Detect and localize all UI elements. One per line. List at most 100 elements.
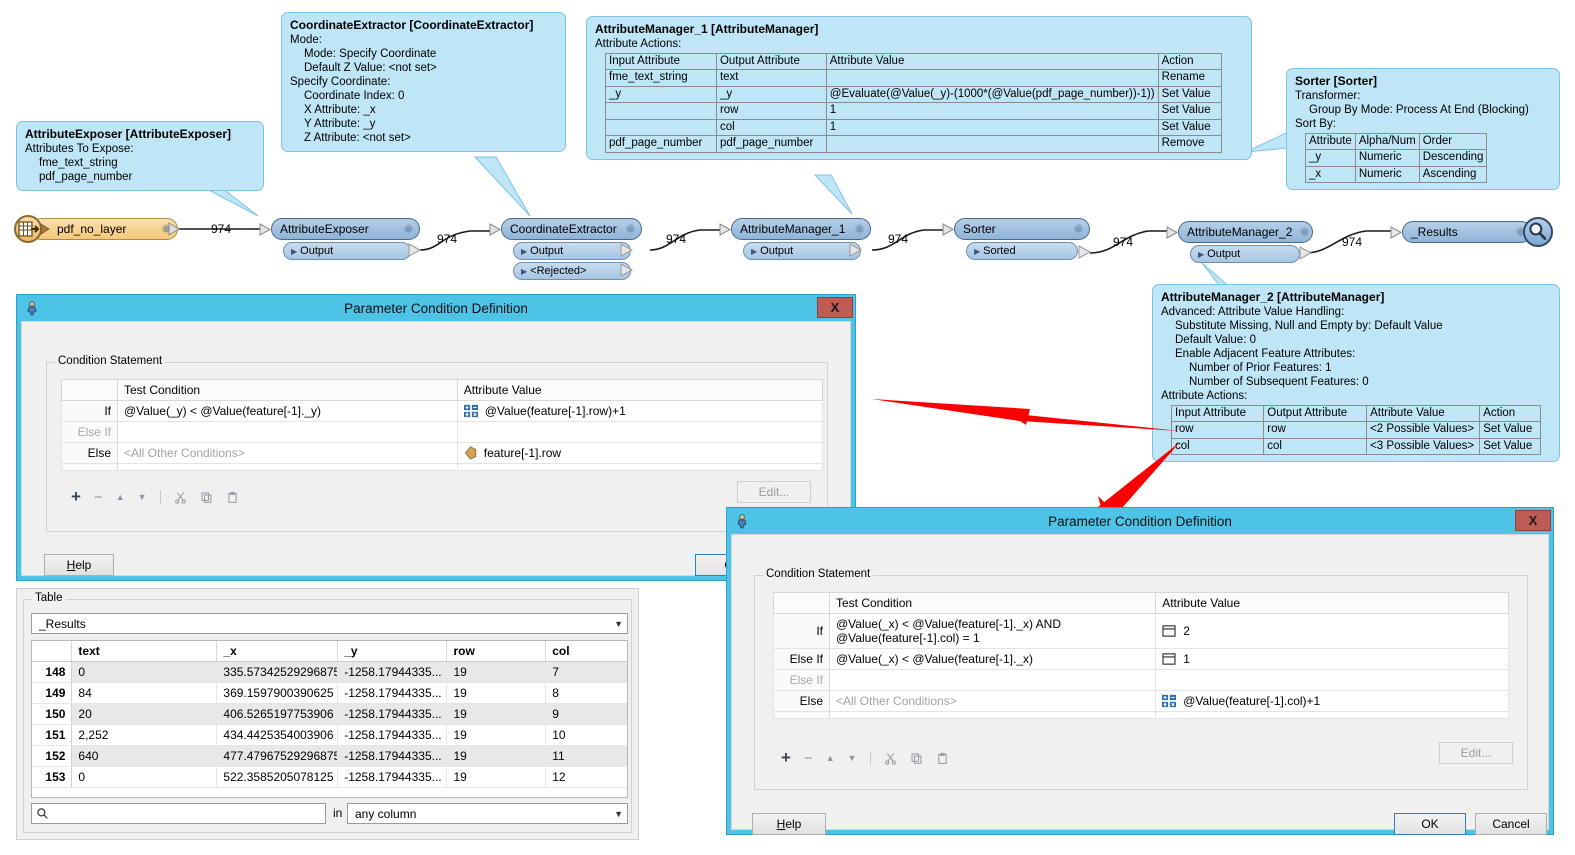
copy-icon[interactable] (910, 752, 923, 765)
node-results[interactable]: _Results (1402, 221, 1532, 243)
node-pdf-no-layer[interactable]: pdf_no_layer (30, 218, 178, 240)
remove-condition-button[interactable]: − (804, 750, 813, 767)
results-col-header[interactable]: _x (216, 641, 339, 662)
copy-icon[interactable] (200, 491, 213, 504)
condition-toolbar[interactable]: + − ▲ ▼ (781, 748, 949, 768)
move-down-button[interactable]: ▼ (848, 753, 857, 763)
search-input[interactable] (53, 805, 321, 822)
help-button[interactable]: Help (752, 813, 826, 835)
search-bar[interactable] (31, 803, 326, 824)
condition-value-cell[interactable] (1155, 711, 1509, 719)
move-down-button[interactable]: ▼ (138, 492, 147, 502)
node-port-rejected[interactable]: ▶ <Rejected> (513, 262, 631, 280)
node-port-sorted[interactable]: ▶ Sorted (966, 242, 1078, 260)
edit-button[interactable]: Edit... (737, 481, 811, 503)
close-icon[interactable]: X (1515, 510, 1551, 531)
ok-button[interactable]: OK (1394, 813, 1466, 835)
condition-row[interactable]: If @Value(_y) < @Value(feature[-1]._y) @Va… (61, 400, 824, 422)
condition-row[interactable]: Else <All Other Conditions> feature[-1].ro… (61, 442, 824, 464)
condition-value-cell[interactable]: @Value(feature[-1].row)+1 (456, 400, 824, 422)
node-attributeexposer[interactable]: AttributeExposer ▶ Output (271, 218, 420, 260)
node-port-output[interactable]: ▶ Output (513, 242, 631, 260)
node-sorter[interactable]: Sorter ▶ Sorted (954, 218, 1090, 260)
node-header[interactable]: Sorter (954, 218, 1090, 240)
help-button[interactable]: Help (44, 554, 114, 576)
dialog-title-bar[interactable]: Parameter Condition Definition X (727, 508, 1553, 534)
node-port-output[interactable]: ▶ Output (283, 242, 411, 260)
condition-row[interactable]: If @Value(_x) < @Value(feature[-1]._x) AN… (773, 613, 1509, 649)
dialog-title-bar[interactable]: Parameter Condition Definition X (17, 295, 855, 321)
inspector-magnifier-icon[interactable] (1523, 217, 1553, 247)
gear-icon[interactable] (624, 223, 637, 236)
condition-row[interactable] (61, 463, 824, 471)
node-header[interactable]: pdf_no_layer (30, 218, 178, 240)
condition-row[interactable]: Else If @Value(_x) < @Value(feature[-1]._… (773, 648, 1509, 670)
node-header[interactable]: CoordinateExtractor (501, 218, 642, 240)
add-condition-button[interactable]: + (71, 487, 81, 507)
condition-row[interactable] (773, 711, 1509, 719)
condition-row[interactable]: Else If (773, 669, 1509, 691)
results-col-header[interactable]: text (71, 641, 218, 662)
node-header[interactable]: AttributeManager_2 (1178, 221, 1313, 243)
table-row[interactable]: 152 640 477.47967529296875 -1258.17944335..… (32, 745, 627, 767)
node-attributemanager-2[interactable]: AttributeManager_2 ▶ Output (1178, 221, 1313, 263)
move-up-button[interactable]: ▲ (116, 492, 125, 502)
results-col-header[interactable]: _y (337, 641, 448, 662)
condition-value-cell[interactable] (456, 463, 824, 471)
node-header[interactable]: _Results (1402, 221, 1532, 243)
cut-icon[interactable] (884, 752, 897, 765)
condition-toolbar[interactable]: + − ▲ ▼ (71, 487, 239, 507)
gear-icon[interactable] (1072, 223, 1085, 236)
condition-test-cell[interactable]: <All Other Conditions> (828, 690, 1157, 712)
node-header[interactable]: AttributeExposer (271, 218, 420, 240)
node-header[interactable]: AttributeManager_1 (731, 218, 871, 240)
condition-table[interactable]: Test Condition Attribute Value If @Value(_y… (61, 379, 824, 471)
table-row[interactable]: 153 0 522.3585205078125 -1258.17944335... 19… (32, 766, 627, 788)
condition-value-cell[interactable]: 2 (1155, 613, 1509, 649)
condition-value-cell[interactable]: feature[-1].row (456, 442, 824, 464)
gear-icon[interactable] (402, 223, 415, 236)
condition-test-cell[interactable]: @Value(_y) < @Value(feature[-1]._y) (117, 400, 458, 422)
paste-icon[interactable] (226, 491, 239, 504)
cancel-button[interactable]: Cancel (1475, 813, 1547, 835)
data-grid[interactable]: text _x _y row col 148 0 335.57342529296875 -125… (31, 640, 628, 798)
condition-row[interactable]: Else <All Other Conditions> @Value(feature… (773, 690, 1509, 712)
search-scope-select[interactable]: any column ▼ (347, 803, 628, 824)
condition-test-cell[interactable] (828, 669, 1157, 691)
condition-value-cell[interactable] (1155, 669, 1509, 691)
table-select[interactable]: _Results ▼ (31, 613, 628, 634)
results-col-header[interactable]: row (446, 641, 547, 662)
close-icon[interactable]: X (817, 297, 853, 318)
add-condition-button[interactable]: + (781, 748, 791, 768)
condition-table[interactable]: Test Condition Attribute Value If @Value(_x… (773, 592, 1509, 719)
condition-test-cell[interactable] (117, 421, 458, 443)
table-row[interactable]: 150 20 406.5265197753906 -1258.17944335... 1… (32, 703, 627, 725)
condition-test-cell[interactable]: <All Other Conditions> (117, 442, 458, 464)
table-row[interactable]: 149 84 369.1597900390625 -1258.17944335... 1… (32, 682, 627, 704)
condition-value-cell[interactable]: 1 (1155, 648, 1509, 670)
condition-test-cell[interactable]: @Value(_x) < @Value(feature[-1]._x) AND … (828, 613, 1157, 649)
node-port-output[interactable]: ▶ Output (743, 242, 861, 260)
gear-icon[interactable] (1298, 226, 1311, 239)
remove-condition-button[interactable]: − (94, 489, 103, 506)
condition-row[interactable]: Else If (61, 421, 824, 443)
move-up-button[interactable]: ▲ (826, 753, 835, 763)
results-col-header[interactable] (32, 641, 73, 662)
gear-icon[interactable] (853, 223, 866, 236)
condition-value-cell[interactable]: @Value(feature[-1].col)+1 (1155, 690, 1509, 712)
condition-test-cell[interactable] (828, 711, 1157, 719)
condition-test-cell[interactable]: @Value(_x) < @Value(feature[-1]._x) (828, 648, 1157, 670)
chevron-down-icon[interactable]: ▼ (614, 619, 623, 629)
results-col-header[interactable]: col (545, 641, 627, 662)
cut-icon[interactable] (174, 491, 187, 504)
dialog-parameter-condition-2[interactable]: Parameter Condition Definition X Conditi… (726, 507, 1554, 835)
results-table[interactable]: text _x _y row col 148 0 335.57342529296875 -125… (32, 641, 627, 788)
condition-value-cell[interactable] (456, 421, 824, 443)
node-port-output[interactable]: ▶ Output (1190, 245, 1300, 263)
condition-test-cell[interactable] (117, 463, 458, 471)
chevron-down-icon[interactable]: ▼ (614, 809, 623, 819)
table-row[interactable]: 151 2,252 434.4425354003906 -1258.17944335.… (32, 724, 627, 746)
table-row[interactable]: 148 0 335.57342529296875 -1258.17944335... 1… (32, 661, 627, 683)
paste-icon[interactable] (936, 752, 949, 765)
edit-button[interactable]: Edit... (1439, 742, 1513, 764)
